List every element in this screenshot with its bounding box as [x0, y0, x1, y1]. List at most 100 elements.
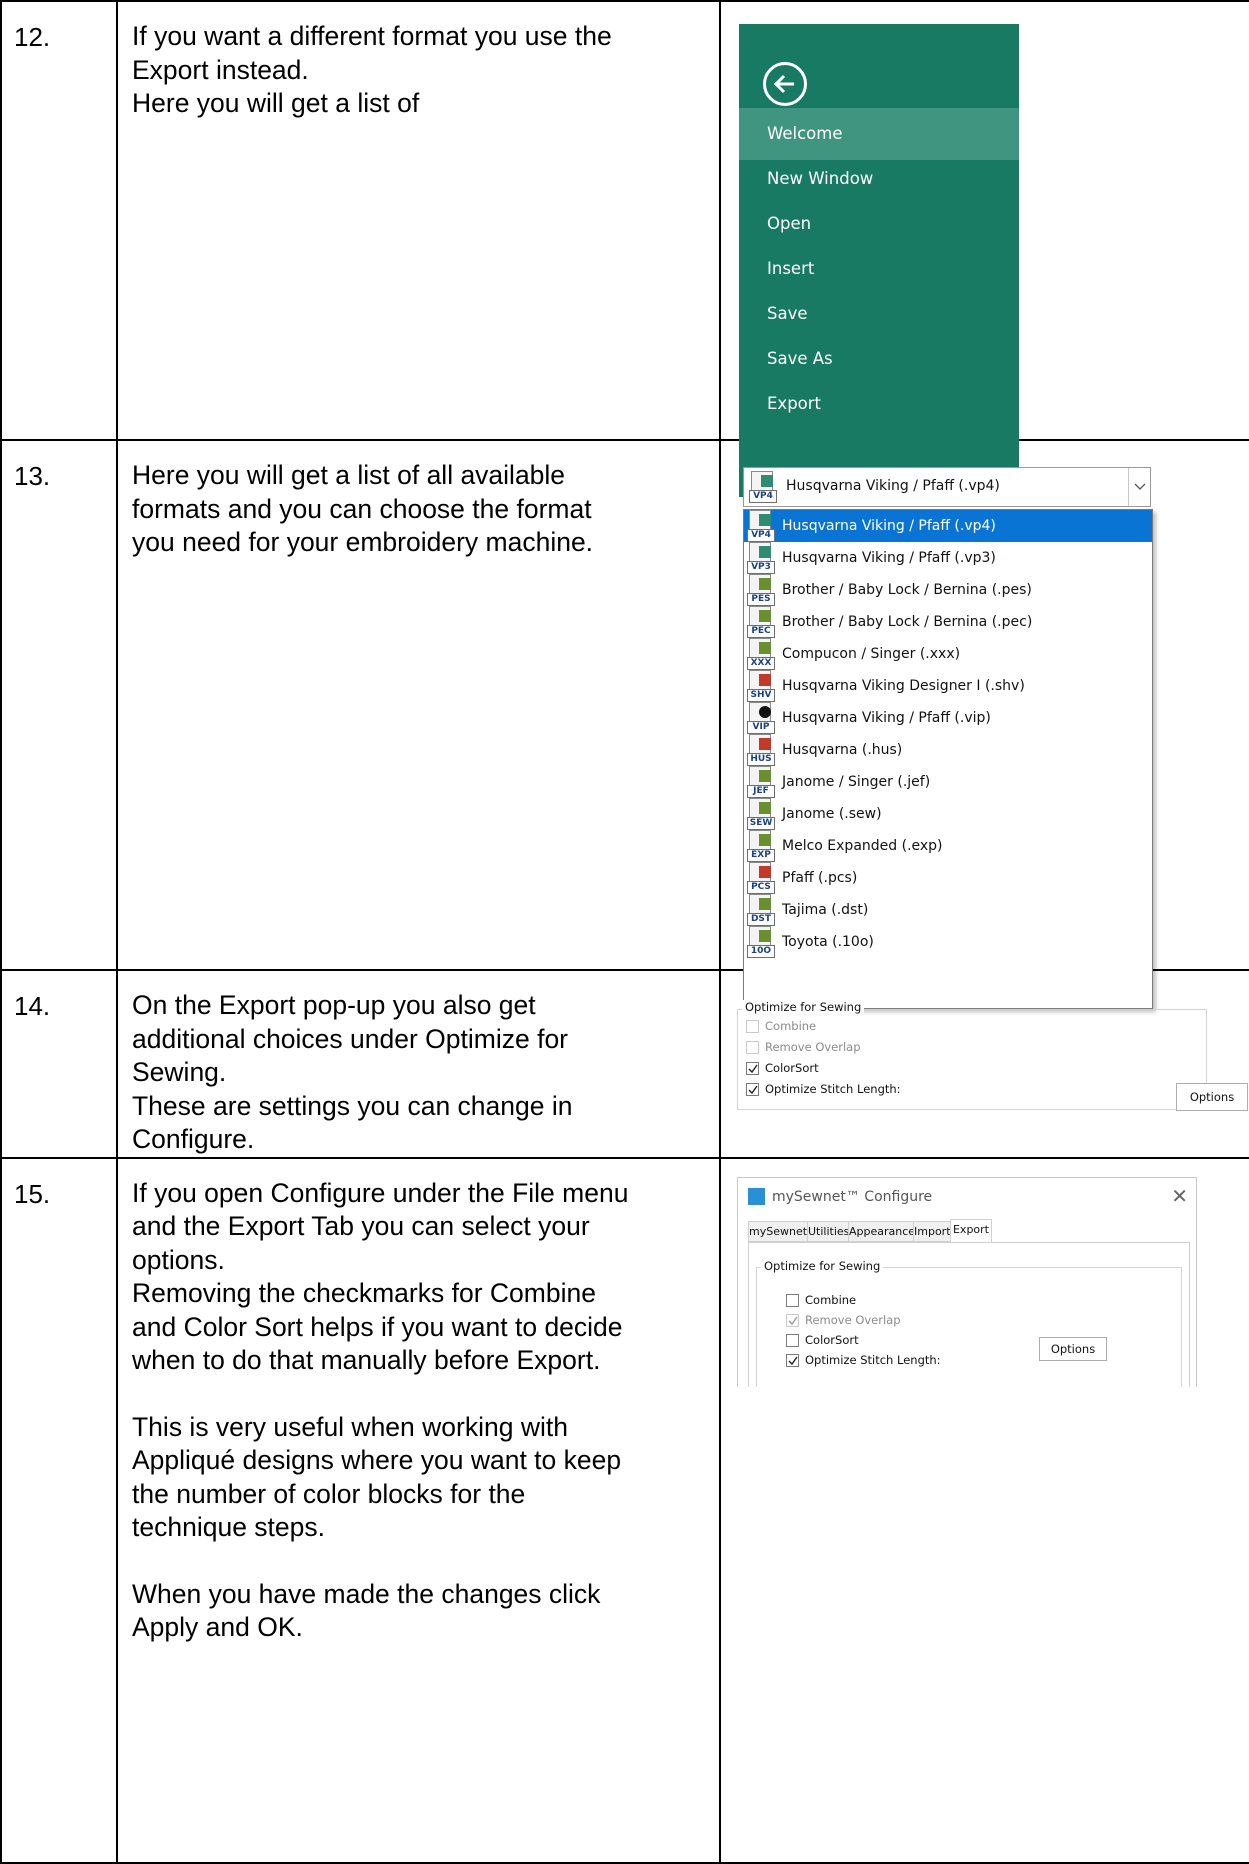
format-option-label: Brother / Baby Lock / Bernina (.pec) [782, 614, 1033, 630]
text-line: This is very useful when working with [132, 1411, 568, 1442]
checkbox-label: ColorSort [765, 1061, 819, 1075]
format-file-icon: VP4 [749, 471, 777, 503]
close-icon[interactable]: ✕ [1171, 1184, 1188, 1208]
text-line: If you want a different format you use t… [132, 21, 612, 51]
text-line: the number of color blocks for the [132, 1478, 526, 1509]
text-line: and the Export Tab you can select your [132, 1211, 590, 1241]
checkbox-label: Optimize Stitch Length: [805, 1352, 941, 1367]
text-line: On the Export pop-up you also get [132, 990, 536, 1020]
format-option[interactable]: PCS Pfaff (.pcs) [744, 862, 1152, 894]
format-tag: SHV [747, 689, 775, 702]
format-option-label: Pfaff (.pcs) [782, 870, 858, 886]
app-logo-icon [748, 1187, 765, 1205]
step-number: 13. [0, 439, 118, 971]
format-file-icon: VIP [747, 702, 775, 734]
format-file-icon: 10O [747, 926, 775, 958]
format-file-icon: PEC [747, 606, 775, 638]
tab-appearance[interactable]: Appearance [848, 1220, 915, 1242]
format-tag: DST [747, 913, 775, 926]
format-option[interactable]: JEF Janome / Singer (.jef) [744, 766, 1152, 798]
text-line: Here you will get a list of all availabl… [132, 460, 566, 490]
options-button[interactable]: Options [1039, 1336, 1107, 1361]
step-row-14: 14. On the Export pop-up you also get ad… [0, 969, 1249, 1159]
format-option[interactable]: SHV Husqvarna Viking Designer I (.shv) [744, 670, 1152, 702]
step-row-12: 12. If you want a different format you u… [0, 0, 1249, 497]
format-option[interactable]: EXP Melco Expanded (.exp) [744, 830, 1152, 862]
format-option[interactable]: HUS Husqvarna (.hus) [744, 734, 1152, 766]
text-line: Here you will get a list of [132, 88, 420, 118]
format-option-label: Toyota (.10o) [782, 934, 874, 950]
window-titlebar: mySewnet™ Configure ✕ [738, 1178, 1196, 1218]
back-arrow-icon[interactable] [763, 62, 807, 106]
text-line: Removing the checkmarks for Combine [132, 1278, 596, 1308]
step-text: On the Export pop-up you also get additi… [116, 969, 721, 1159]
format-tag: PES [747, 593, 775, 606]
text-line: additional choices under Optimize for [132, 1023, 569, 1054]
options-button[interactable]: Options [1176, 1083, 1248, 1111]
checkbox[interactable] [786, 1333, 799, 1347]
tab-export[interactable]: Export [950, 1218, 992, 1243]
checkbox-checked[interactable] [746, 1062, 759, 1075]
checkbox-checked[interactable] [746, 1083, 759, 1096]
step-text: If you open Configure under the File men… [116, 1156, 721, 1864]
text-line: Appliqué designs where you want to keep [132, 1445, 622, 1475]
format-file-icon: SHV [747, 670, 775, 702]
text-line: Configure. [132, 1124, 255, 1154]
optimize-group [756, 1266, 1182, 1387]
format-option-label: Husqvarna Viking / Pfaff (.vp4) [782, 518, 996, 534]
step-number: 12. [0, 0, 118, 441]
group-title: Optimize for Sewing [761, 1258, 884, 1273]
format-file-icon: XXX [747, 638, 775, 670]
checkbox-label: Remove Overlap [765, 1040, 861, 1054]
text-line: and Color Sort helps if you want to deci… [132, 1311, 623, 1342]
format-tag: VP4 [749, 490, 777, 503]
window-title: mySewnet™ Configure [772, 1188, 933, 1205]
format-option[interactable]: VIP Husqvarna Viking / Pfaff (.vip) [744, 702, 1152, 734]
checkbox-checked[interactable] [786, 1353, 799, 1367]
checkbox-checked [786, 1313, 799, 1327]
text-line: Sewing. [132, 1057, 227, 1087]
format-tag: HUS [747, 753, 775, 766]
text-line: when to do that manually before Export. [132, 1345, 601, 1375]
group-title: Optimize for Sewing [742, 1000, 865, 1014]
text-line: Export instead. [132, 54, 309, 85]
format-option[interactable]: SEW Janome (.sew) [744, 798, 1152, 830]
format-option[interactable]: PES Brother / Baby Lock / Bernina (.pes) [744, 574, 1152, 606]
configure-window: mySewnet™ Configure ✕ mySewnet Utilities… [737, 1176, 1197, 1387]
format-option[interactable]: PEC Brother / Baby Lock / Bernina (.pec) [744, 606, 1152, 638]
step-screenshot: mySewnet™ Configure ✕ mySewnet Utilities… [719, 1156, 1249, 1864]
text-line: options. [132, 1244, 225, 1275]
checkbox-label: Remove Overlap [805, 1312, 901, 1327]
tab-import[interactable]: Import [913, 1220, 951, 1242]
tab-utilities[interactable]: Utilities [807, 1220, 849, 1242]
checkbox [746, 1041, 759, 1054]
format-option-label: Brother / Baby Lock / Bernina (.pes) [782, 582, 1032, 598]
format-option[interactable]: DST Tajima (.dst) [744, 894, 1152, 926]
format-file-icon: PES [747, 574, 775, 606]
format-file-icon: SEW [747, 798, 775, 830]
format-option[interactable]: XXX Compucon / Singer (.xxx) [744, 638, 1152, 670]
format-select[interactable]: VP4 Husqvarna Viking / Pfaff (.vp4) [743, 467, 1151, 507]
step-text: Here you will get a list of all availabl… [116, 439, 721, 971]
step-number: 15. [0, 1156, 118, 1864]
tab-mysewnet[interactable]: mySewnet [748, 1220, 808, 1242]
format-option[interactable]: 10O Toyota (.10o) [744, 926, 1152, 958]
format-select-value: Husqvarna Viking / Pfaff (.vp4) [786, 478, 1000, 494]
step-screenshot: VP4 Husqvarna Viking / Pfaff (.vp4) VP4 H… [719, 439, 1249, 1009]
text-line: Apply and OK. [132, 1612, 303, 1642]
checkbox[interactable] [786, 1293, 799, 1307]
format-option[interactable]: VP4 Husqvarna Viking / Pfaff (.vp4) [744, 510, 1152, 542]
format-dropdown-list: VP4 Husqvarna Viking / Pfaff (.vp4) VP3 Hus… [743, 509, 1153, 1009]
checkbox [746, 1020, 759, 1033]
instruction-table: 12. If you want a different format you u… [0, 0, 1249, 1864]
text-line: When you have made the changes click [132, 1578, 601, 1609]
text-line: technique steps. [132, 1512, 325, 1542]
menu-item-export[interactable]: Export [739, 378, 1019, 430]
format-tag: PCS [747, 881, 775, 894]
format-option[interactable]: VP3 Husqvarna Viking / Pfaff (.vp3) [744, 542, 1152, 574]
format-tag: SEW [747, 817, 775, 830]
step-number: 14. [0, 969, 118, 1159]
step-row-13: 13. Here you will get a list of all avai… [0, 439, 1249, 1009]
chevron-down-icon[interactable] [1128, 468, 1150, 506]
format-tag: EXP [747, 849, 775, 862]
